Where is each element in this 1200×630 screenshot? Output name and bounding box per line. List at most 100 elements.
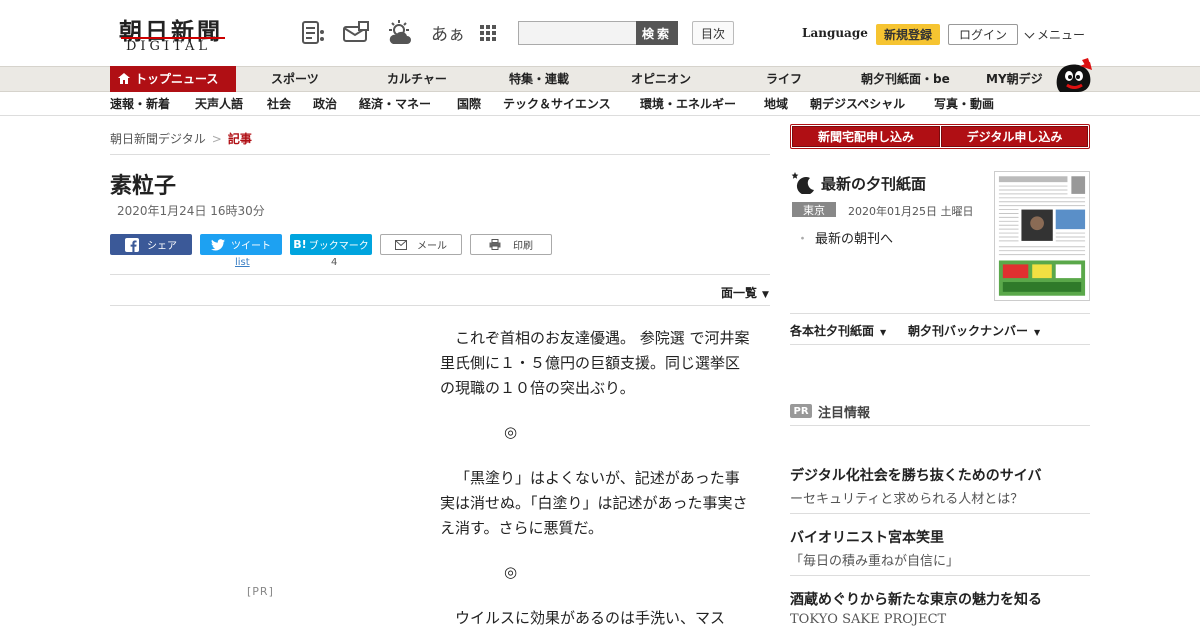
article-paragraph: ウイルスに効果があるのは手洗い、マス	[455, 609, 726, 627]
nav-item-my-asadigi[interactable]: MY朝デジ	[986, 67, 1043, 91]
sponsored-headline[interactable]: デジタル化社会を勝ち抜くためのサイバ	[790, 465, 1041, 485]
page-list-label: 面一覧	[721, 286, 758, 300]
sponsored-headline[interactable]: バイオリニスト宮本笑里	[790, 527, 944, 547]
page-list-dropdown[interactable]: 面一覧 ▼	[721, 284, 769, 301]
hatena-bookmark-label: ブックマーク	[308, 241, 369, 252]
facebook-share-button[interactable]: シェア	[110, 234, 192, 255]
subnav-item-politics[interactable]: 政治	[313, 92, 337, 116]
article-title: 素粒子	[110, 174, 177, 199]
sub-nav: 速報・新着 天声人語 社会 政治 経済・マネー 国際 テック＆サイエンス 環境・…	[0, 92, 1200, 116]
mascot-icon[interactable]	[1052, 56, 1096, 94]
twitter-share-label: ツイート	[231, 241, 271, 252]
news-list-icon[interactable]	[300, 19, 328, 47]
newspaper-thumbnail[interactable]	[994, 171, 1090, 301]
nav-item-culture[interactable]: カルチャー	[387, 67, 447, 91]
language-link[interactable]: Language	[802, 26, 868, 40]
nav-item-paper[interactable]: 朝夕刊紙面・be	[861, 67, 950, 91]
hatena-count: 4	[331, 257, 338, 268]
subnav-item-tech-science[interactable]: テック＆サイエンス	[503, 92, 611, 116]
caret-down-icon: ▼	[762, 290, 769, 300]
breadcrumb-home[interactable]: 朝日新聞デジタル	[110, 132, 206, 146]
back-number-dropdown[interactable]: 朝夕刊バックナンバー ▼	[908, 322, 1040, 339]
pr-badge: PR	[790, 404, 812, 418]
nav-item-features[interactable]: 特集・連載	[509, 67, 569, 91]
hatena-bookmark-button[interactable]: B! ブックマーク	[290, 234, 372, 255]
login-button[interactable]: ログイン	[948, 24, 1018, 45]
mail-share-label: メール	[417, 241, 447, 252]
nav-item-sports[interactable]: スポーツ	[271, 67, 319, 91]
subnav-item-special[interactable]: 朝デジスペシャル	[810, 92, 905, 116]
menu-button[interactable]: メニュー	[1024, 26, 1085, 43]
featured-heading: 注目情報	[818, 406, 871, 421]
subnav-item-society[interactable]: 社会	[267, 92, 291, 116]
subnav-item-breaking[interactable]: 速報・新着	[110, 92, 170, 116]
article-paragraph: これぞ首相のお友達優遇。 参院選 で河井案里氏側に１・５億円の巨額支援。同じ選挙…	[440, 329, 750, 397]
dropdown-label: 朝夕刊バックナンバー	[908, 324, 1029, 338]
home-icon	[118, 73, 130, 84]
subnav-item-international[interactable]: 国際	[457, 92, 481, 116]
home-delivery-button[interactable]: 新聞宅配申し込み	[792, 126, 940, 147]
region-badge: 東京	[792, 202, 836, 217]
sponsored-subline[interactable]: ーセキュリティと求められる人材とは？	[790, 488, 1023, 507]
apps-grid-icon[interactable]	[474, 19, 502, 47]
sponsored-headline[interactable]: 酒蔵めぐりから新たな東京の魅力を知る	[790, 589, 1042, 609]
bullet: ・	[796, 232, 810, 247]
sponsored-subline[interactable]: 「毎日の積み重ねが自信に」	[790, 550, 959, 569]
chevron-down-icon	[1024, 28, 1035, 39]
search-button[interactable]: 検索	[636, 21, 678, 45]
divider	[790, 575, 1090, 576]
font-size-icon[interactable]: あぁ	[431, 20, 465, 45]
section-separator: ◎	[504, 423, 518, 441]
register-button[interactable]: 新規登録	[876, 24, 940, 45]
print-icon	[489, 239, 501, 250]
mail-newspaper-icon[interactable]	[342, 19, 370, 47]
site-header: 朝日新聞 DIGITAL あぁ 検索 目次 Language 新規登録 ログイン	[0, 0, 1200, 66]
divider	[790, 344, 1090, 345]
twitter-icon	[211, 238, 225, 251]
divider	[110, 305, 770, 306]
hatena-icon: B!	[293, 238, 307, 251]
section-separator: ◎	[504, 563, 518, 581]
weather-icon[interactable]	[385, 19, 413, 47]
nav-item-opinion[interactable]: オピニオン	[631, 67, 691, 91]
print-label: 印刷	[513, 241, 533, 252]
facebook-share-label: シェア	[147, 241, 177, 252]
divider	[790, 425, 1090, 426]
moon-icon	[791, 172, 814, 194]
sponsored-subline[interactable]: TOKYO SAKE PROJECT	[790, 612, 946, 627]
asahi-digital-logo[interactable]: 朝日新聞 DIGITAL	[116, 12, 230, 54]
divider	[790, 513, 1090, 514]
facebook-icon	[125, 237, 139, 252]
twitter-count[interactable]: list	[235, 257, 250, 268]
morning-edition-link[interactable]: ・最新の朝刊へ	[796, 228, 893, 247]
edition-date: 2020年01月25日 土曜日	[848, 205, 974, 218]
divider	[790, 313, 1090, 314]
subnav-item-region[interactable]: 地域	[764, 92, 788, 116]
toc-button[interactable]: 目次	[692, 21, 734, 45]
regional-evening-dropdown[interactable]: 各本社夕刊紙面 ▼	[790, 322, 886, 339]
breadcrumb: 朝日新聞デジタル > 記事	[110, 130, 252, 147]
twitter-share-button[interactable]: ツイート	[200, 234, 282, 255]
nav-label: トップニュース	[135, 72, 219, 86]
subnav-item-photo-video[interactable]: 写真・動画	[934, 92, 994, 116]
morning-edition-label: 最新の朝刊へ	[815, 232, 894, 247]
evening-edition-title[interactable]: 最新の夕刊紙面	[821, 173, 926, 194]
subnav-item-tensei-jingo[interactable]: 天声人語	[195, 92, 243, 116]
divider	[110, 274, 770, 275]
article-paragraph: 「黒塗り」はよくないが、記述があった事実は消せぬ。「白塗り」は記述があった事実さ…	[440, 469, 748, 537]
caret-down-icon: ▼	[880, 328, 887, 337]
nav-item-top-news[interactable]: トップニュース	[110, 66, 236, 92]
print-button[interactable]: 印刷	[470, 234, 552, 255]
mail-icon	[395, 239, 407, 250]
subnav-item-environment[interactable]: 環境・エネルギー	[640, 92, 736, 116]
mail-share-button[interactable]: メール	[380, 234, 462, 255]
pr-ad-label: [PR]	[247, 585, 274, 598]
subnav-item-economy[interactable]: 経済・マネー	[359, 92, 431, 116]
breadcrumb-separator: >	[211, 132, 222, 146]
logo-english: DIGITAL	[126, 39, 212, 54]
breadcrumb-current: 記事	[227, 132, 252, 146]
digital-signup-button[interactable]: デジタル申し込み	[941, 126, 1088, 147]
nav-item-life[interactable]: ライフ	[766, 67, 802, 91]
article-date: 2020年1月24日 16時30分	[117, 204, 265, 218]
search-input[interactable]	[518, 21, 638, 45]
